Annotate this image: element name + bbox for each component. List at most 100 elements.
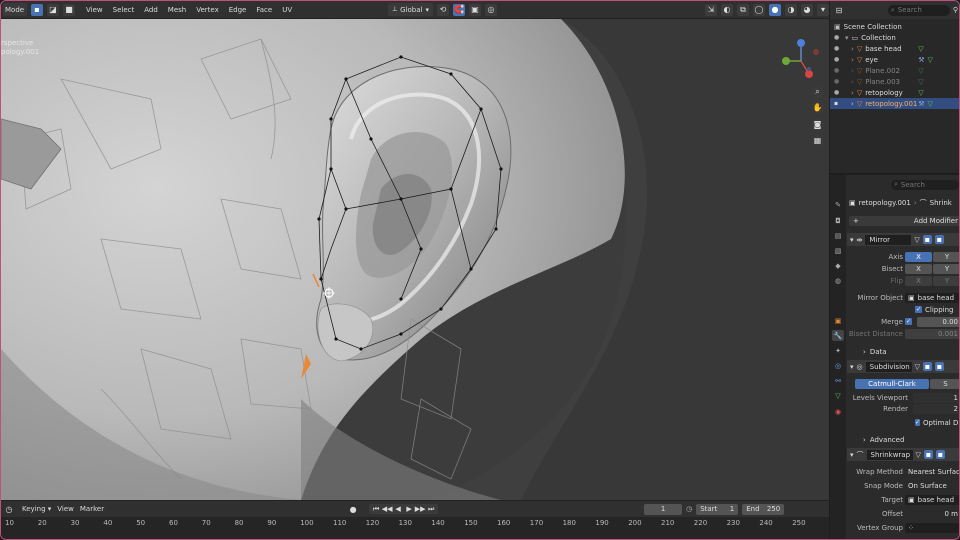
hand-pan-icon[interactable]: ✋ bbox=[811, 101, 824, 114]
cage-toggle-icon[interactable]: ▪ bbox=[923, 362, 933, 371]
world-tab-icon[interactable]: ◍ bbox=[832, 275, 844, 286]
material-tab-icon[interactable]: ◉ bbox=[832, 406, 844, 417]
catmull-clark-button[interactable]: Catmull-Clark bbox=[855, 378, 929, 389]
scene-collection-row[interactable]: ▣ Scene Collection bbox=[830, 21, 959, 32]
modifier-tab-icon[interactable]: 🔧 bbox=[832, 330, 844, 341]
edit-mode-toggle-icon[interactable]: ▽ bbox=[914, 236, 919, 244]
advanced-panel-toggle[interactable]: › Advanced bbox=[847, 434, 959, 445]
outliner-item-retopology-001[interactable]: ▪ › ▽ retopology.001 ⚒ ▽ bbox=[830, 98, 959, 109]
shading-options-icon[interactable]: ▾ bbox=[817, 3, 829, 16]
viewport-toggle-icon[interactable]: ▪ bbox=[935, 362, 945, 371]
cage-toggle-icon[interactable]: ▪ bbox=[923, 450, 933, 459]
filter-icon[interactable]: ⚲ bbox=[953, 6, 958, 14]
visibility-icon[interactable]: ● bbox=[834, 34, 842, 41]
outliner-item-plane-003[interactable]: ● › ▽ Plane.003 ▽ bbox=[830, 76, 959, 87]
merge-distance-field[interactable]: 0.00 bbox=[917, 316, 959, 327]
editor-type-icon[interactable]: ⊟ bbox=[833, 4, 845, 16]
mode-dropdown[interactable]: Mode bbox=[3, 3, 27, 16]
3d-viewport[interactable]: rspective pology.001 ⌕ ✋ ◙ ▦ bbox=[1, 19, 829, 500]
shrinkwrap-name-field[interactable]: Shrinkwrap bbox=[866, 449, 913, 460]
outliner-item-retopology[interactable]: ● › ▽ retopology ▽ bbox=[830, 87, 959, 98]
data-panel-toggle[interactable]: › Data bbox=[847, 346, 959, 357]
collection-row[interactable]: ● ▾ ▭ Collection bbox=[830, 32, 959, 43]
data-tab-icon[interactable]: ▽ bbox=[832, 390, 844, 401]
keying-menu[interactable]: Keying ▾ bbox=[19, 505, 54, 513]
outliner-item-base-head[interactable]: ● › ▽ base head ▽ bbox=[830, 43, 959, 54]
camera-icon[interactable]: ◙ bbox=[811, 118, 824, 131]
target-field[interactable]: ▣ base head bbox=[905, 494, 959, 505]
constraints-tab-icon[interactable]: ⚯ bbox=[832, 375, 844, 386]
render-levels-field[interactable]: 2 bbox=[913, 403, 959, 414]
tool-tab-icon[interactable]: ✎ bbox=[832, 199, 844, 210]
object-tab-icon[interactable]: ▣ bbox=[832, 315, 844, 326]
edit-mode-toggle-icon[interactable]: ▽ bbox=[915, 363, 920, 371]
subdivision-name-field[interactable]: Subdivision bbox=[865, 361, 912, 372]
merge-checkbox[interactable]: ✓ bbox=[905, 318, 912, 325]
timeline-ruler[interactable]: 10 20 30 40 50 60 70 80 90 100 110 120 130 140 150 160 1… bbox=[1, 517, 829, 539]
zoom-icon[interactable]: ⌕ bbox=[811, 85, 824, 98]
optimal-display-checkbox[interactable]: ✓ Optimal Disp bbox=[847, 417, 959, 428]
overlay-icon[interactable]: ◐ bbox=[721, 3, 733, 16]
timeline-view-menu[interactable]: View bbox=[54, 505, 77, 513]
menu-view[interactable]: View bbox=[83, 6, 106, 14]
outliner-search-input[interactable]: ⌕ Search bbox=[887, 4, 950, 16]
play-reverse-icon[interactable]: ◀ bbox=[393, 504, 403, 514]
play-icon[interactable]: ▶ bbox=[404, 504, 414, 514]
menu-uv[interactable]: UV bbox=[279, 6, 295, 14]
levels-viewport-field[interactable]: 1 bbox=[913, 392, 959, 403]
menu-vertex[interactable]: Vertex bbox=[193, 6, 222, 14]
physics-tab-icon[interactable]: ◎ bbox=[832, 360, 844, 371]
menu-face[interactable]: Face bbox=[253, 6, 275, 14]
prev-keyframe-icon[interactable]: ◀◀ bbox=[382, 504, 393, 514]
transform-orientation-dropdown[interactable]: ⟂ Global ▾ bbox=[388, 3, 433, 16]
clipping-checkbox[interactable]: ✓ Clipping bbox=[847, 304, 959, 315]
wrap-method-dropdown[interactable]: Nearest Surfac bbox=[905, 466, 959, 477]
shading-material-icon[interactable]: ◑ bbox=[785, 3, 797, 16]
visibility-icon[interactable]: ● bbox=[834, 56, 842, 63]
menu-select[interactable]: Select bbox=[110, 6, 138, 14]
timeline-marker-menu[interactable]: Marker bbox=[77, 505, 107, 513]
gizmo-icon[interactable]: ⇲ bbox=[705, 3, 717, 16]
pivot-icon[interactable]: ⟲ bbox=[437, 3, 449, 16]
auto-keying-icon[interactable]: ● bbox=[347, 503, 360, 515]
flip-x[interactable]: X bbox=[905, 275, 932, 286]
snap-icon[interactable]: 🧲 bbox=[453, 3, 465, 16]
particles-tab-icon[interactable]: ✦ bbox=[832, 345, 844, 356]
jump-start-icon[interactable]: ⏮ bbox=[371, 504, 381, 514]
next-keyframe-icon[interactable]: ▶▶ bbox=[415, 504, 426, 514]
vertex-select-icon[interactable]: ▪ bbox=[31, 3, 43, 16]
bisect-y[interactable]: Y bbox=[933, 263, 959, 274]
bisect-distance-field[interactable]: 0.001 bbox=[905, 328, 959, 339]
snap-target-icon[interactable]: ▣ bbox=[469, 3, 481, 16]
subdivision-modifier-header[interactable]: ▾ ◎ Subdivision ▽ ▪ ▪ bbox=[847, 360, 959, 373]
shading-rendered-icon[interactable]: ◕ bbox=[801, 3, 813, 16]
current-frame-field[interactable]: 1 bbox=[644, 503, 683, 515]
view-layer-tab-icon[interactable]: ▧ bbox=[832, 245, 844, 256]
end-frame-field[interactable]: End 250 bbox=[742, 503, 785, 515]
menu-mesh[interactable]: Mesh bbox=[165, 6, 189, 14]
mirror-name-field[interactable]: Mirror bbox=[865, 234, 912, 245]
jump-end-icon[interactable]: ⏭ bbox=[426, 504, 436, 514]
viewport-toggle-icon[interactable]: ▪ bbox=[935, 450, 945, 459]
render-tab-icon[interactable]: ◘ bbox=[832, 215, 844, 226]
bisect-x[interactable]: X bbox=[905, 263, 932, 274]
add-modifier-button[interactable]: + Add Modifier bbox=[849, 215, 959, 226]
proportional-edit-icon[interactable]: ◎ bbox=[485, 3, 497, 16]
mirror-object-field[interactable]: ▣ base head bbox=[905, 292, 959, 303]
visibility-icon[interactable]: ● bbox=[834, 45, 842, 52]
simple-button[interactable]: S bbox=[930, 378, 959, 389]
outliner-item-eye[interactable]: ● › ▽ eye ⚒ ▽ bbox=[830, 54, 959, 65]
flip-y[interactable]: Y bbox=[933, 275, 959, 286]
xray-icon[interactable]: ⧉ bbox=[737, 3, 749, 16]
editor-type-icon[interactable]: ◷ bbox=[3, 503, 15, 515]
offset-field[interactable]: 0 m bbox=[905, 508, 959, 519]
outliner-item-plane-002[interactable]: ● › ▽ Plane.002 ▽ bbox=[830, 65, 959, 76]
menu-edge[interactable]: Edge bbox=[226, 6, 250, 14]
grid-view-icon[interactable]: ▦ bbox=[811, 134, 824, 147]
edge-select-icon[interactable]: ◪ bbox=[47, 3, 59, 16]
shading-wireframe-icon[interactable]: ◯ bbox=[753, 3, 765, 16]
mirror-axis-x[interactable]: X bbox=[905, 251, 932, 262]
start-frame-field[interactable]: Start 1 bbox=[696, 503, 739, 515]
viewport-toggle-icon[interactable]: ▪ bbox=[934, 235, 944, 244]
shading-solid-icon[interactable]: ● bbox=[769, 3, 781, 16]
